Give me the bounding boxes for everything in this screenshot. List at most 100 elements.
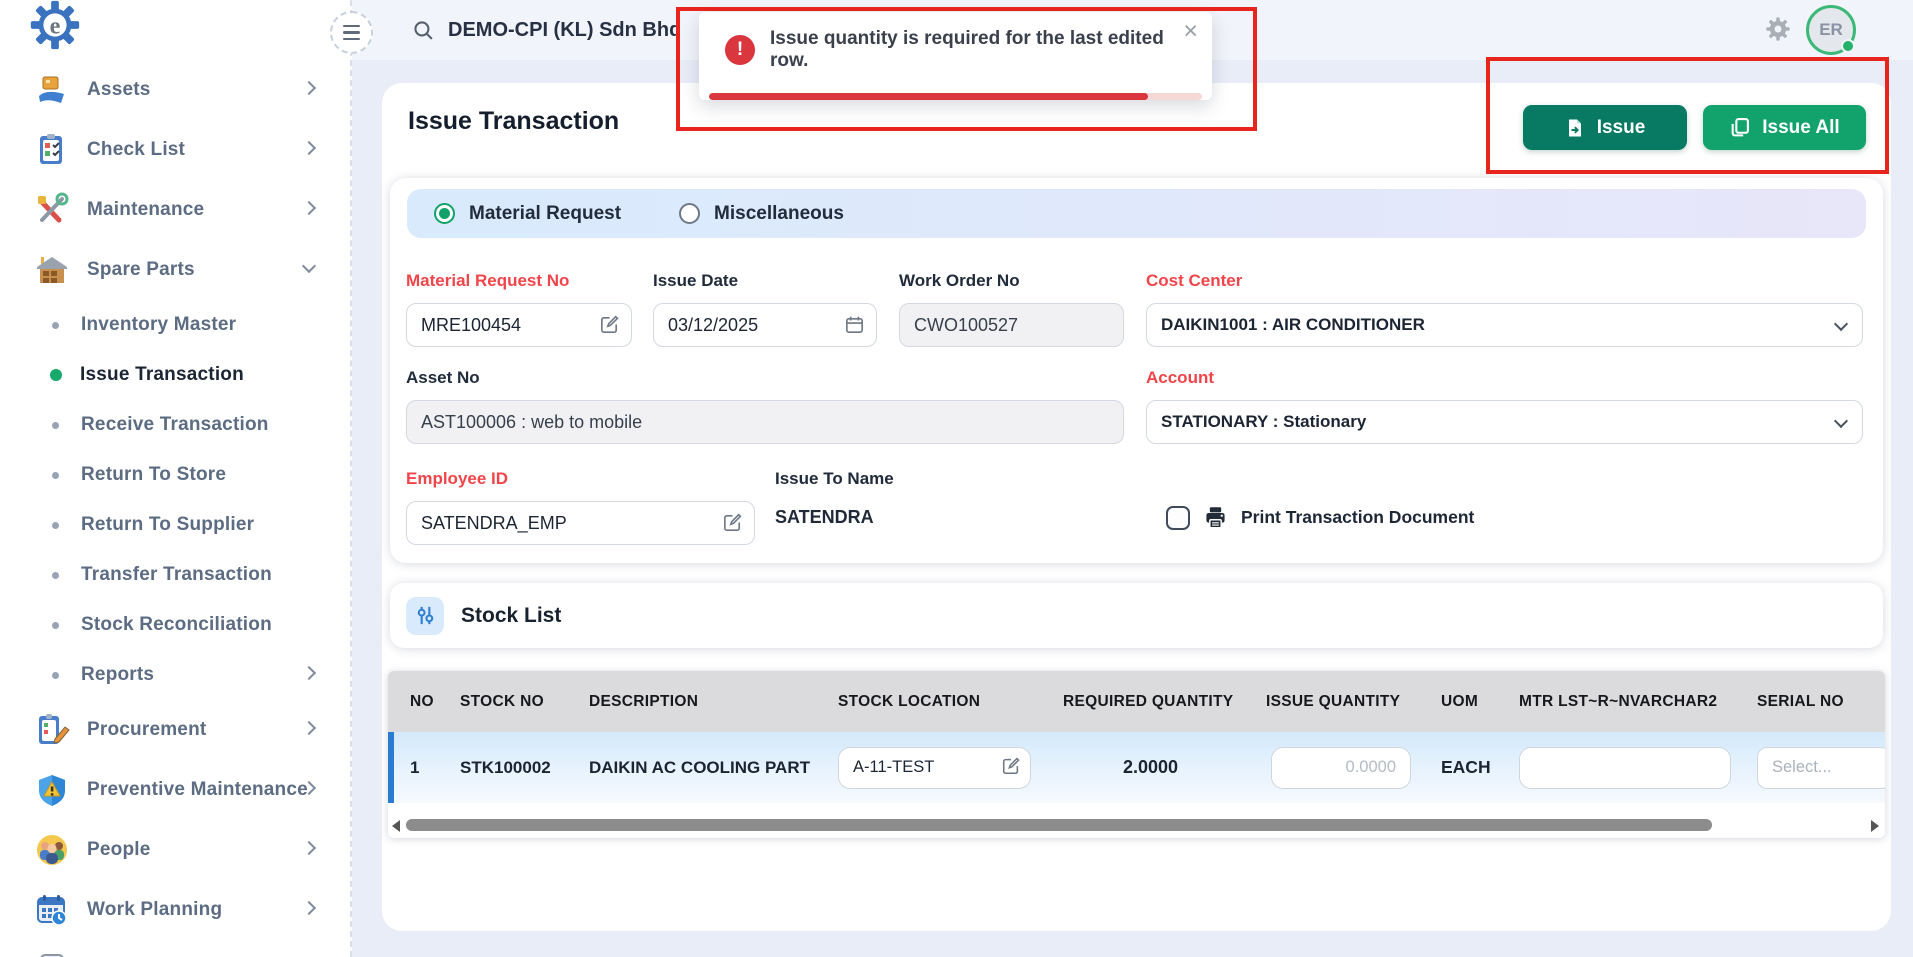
scrollbar-thumb[interactable]: [406, 819, 1712, 831]
bullet-icon: [52, 672, 59, 679]
transaction-form-card: Material Request Miscellaneous Material …: [390, 178, 1883, 563]
gear-e-logo-icon: e: [26, 0, 84, 54]
issue-all-button[interactable]: Issue All: [1703, 105, 1866, 150]
chevron-down-icon: [1834, 414, 1848, 428]
settings-gear-icon[interactable]: [1764, 15, 1792, 48]
sidebar-item-preventive-maintenance[interactable]: Preventive Maintenance: [0, 760, 350, 820]
global-search[interactable]: DEMO-CPI (KL) Sdn Bhd: [412, 0, 681, 60]
sidebar-item-label: Return To Supplier: [81, 514, 254, 536]
printer-icon: [1203, 505, 1228, 530]
bullet-icon: [52, 422, 59, 429]
cost-center-select[interactable]: DAIKIN1001 : AIR CONDITIONER: [1146, 303, 1863, 347]
people-icon: [34, 832, 70, 868]
sidebar-item-return-to-supplier[interactable]: Return To Supplier: [0, 500, 350, 550]
asset-no-input: [406, 400, 1124, 444]
bullet-icon: [52, 322, 59, 329]
stock-table-header: NO STOCK NO DESCRIPTION STOCK LOCATION R…: [388, 671, 1885, 732]
check-list-icon: [34, 132, 70, 168]
preventive-maintenance-icon: [34, 772, 70, 808]
col-required-quantity: REQUIRED QUANTITY: [1063, 671, 1233, 732]
procurement-icon: [34, 712, 70, 748]
sidebar-item-inventory-master[interactable]: Inventory Master: [0, 300, 350, 350]
sidebar-item-stock-reconciliation[interactable]: Stock Reconciliation: [0, 600, 350, 650]
chevron-right-icon: [302, 901, 316, 915]
assets-icon: [34, 72, 70, 108]
work-planning-icon: [34, 892, 70, 928]
sidebar-item-receive-transaction[interactable]: Receive Transaction: [0, 400, 350, 450]
user-avatar[interactable]: ER: [1806, 5, 1856, 55]
bullet-icon: [52, 522, 59, 529]
issue-transaction-panel: Issue Transaction Issue Issue All Materi…: [382, 83, 1891, 931]
active-bullet-icon: [50, 369, 62, 381]
search-icon: [412, 19, 435, 42]
radio-miscellaneous[interactable]: Miscellaneous: [679, 203, 844, 225]
sidebar-toggle-button[interactable]: [330, 11, 373, 54]
toast-progress-track: [709, 93, 1202, 100]
edit-pencil-icon[interactable]: [599, 314, 620, 340]
sidebar-item-people[interactable]: People: [0, 820, 350, 880]
chevron-right-icon: [302, 721, 316, 735]
stock-table: NO STOCK NO DESCRIPTION STOCK LOCATION R…: [388, 671, 1885, 838]
col-stock-location: STOCK LOCATION: [838, 671, 980, 732]
cost-center-label: Cost Center: [1146, 271, 1863, 291]
toast-close-icon[interactable]: ×: [1183, 16, 1198, 46]
issue-date-label: Issue Date: [653, 271, 877, 291]
chevron-down-icon: [302, 259, 316, 273]
issue-to-name-label: Issue To Name: [775, 469, 894, 489]
calendar-icon[interactable]: [844, 314, 865, 340]
account-select[interactable]: STATIONARY : Stationary: [1146, 400, 1863, 444]
page-title: Issue Transaction: [408, 107, 619, 136]
cell-stock-no: STK100002: [460, 732, 551, 803]
sidebar-item-spare-parts[interactable]: Spare Parts: [0, 240, 350, 300]
app-logo[interactable]: e: [26, 0, 84, 59]
avatar-initials: ER: [1819, 20, 1843, 40]
chevron-right-icon: [302, 201, 316, 215]
scroll-left-arrow[interactable]: [392, 820, 400, 832]
partial-icon: [34, 952, 70, 957]
sidebar-item-assets[interactable]: Assets: [0, 60, 350, 120]
scroll-right-arrow[interactable]: [1871, 820, 1879, 832]
radio-selected-icon: [434, 203, 455, 224]
mtr-lst-input[interactable]: [1519, 747, 1731, 789]
cell-uom: EACH: [1441, 732, 1491, 803]
sidebar-item-procurement[interactable]: Procurement: [0, 700, 350, 760]
asset-no-label: Asset No: [406, 368, 1124, 388]
sidebar-item-label: Work Planning: [87, 899, 222, 921]
sidebar-item-label: Issue Transaction: [80, 364, 244, 386]
print-checkbox[interactable]: [1166, 506, 1190, 530]
radio-material-request[interactable]: Material Request: [434, 203, 621, 225]
issue-button[interactable]: Issue: [1523, 105, 1687, 150]
issue-to-name-value: SATENDRA: [775, 507, 894, 528]
print-transaction-row: Print Transaction Document: [1166, 505, 1474, 530]
account-label: Account: [1146, 368, 1863, 388]
sidebar-item-label: Reports: [81, 664, 154, 686]
print-transaction-label: Print Transaction Document: [1241, 507, 1474, 528]
sidebar-item-check-list[interactable]: Check List: [0, 120, 350, 180]
edit-pencil-icon[interactable]: [1001, 756, 1021, 781]
sidebar-item-issue-transaction[interactable]: Issue Transaction: [0, 350, 350, 400]
sidebar-item-label: Return To Store: [81, 464, 226, 486]
sidebar-item-return-to-store[interactable]: Return To Store: [0, 450, 350, 500]
sidebar-item-label: Check List: [87, 139, 185, 161]
chevron-right-icon: [302, 81, 316, 95]
chevron-right-icon: [302, 841, 316, 855]
horizontal-scrollbar[interactable]: [388, 818, 1885, 832]
sidebar-item-maintenance[interactable]: Maintenance: [0, 180, 350, 240]
svg-text:e: e: [50, 13, 61, 40]
bullet-icon: [52, 622, 59, 629]
serial-no-select[interactable]: [1757, 747, 1885, 789]
sidebar: e Assets: [0, 0, 352, 957]
employee-id-input[interactable]: [406, 501, 755, 545]
issue-doc-icon: [1565, 118, 1585, 138]
sidebar-item-reports[interactable]: Reports: [0, 650, 350, 700]
cell-description: DAIKIN AC COOLING PART: [589, 732, 810, 803]
sidebar-item-label: Stock Reconciliation: [81, 614, 272, 636]
col-issue-quantity: ISSUE QUANTITY: [1266, 671, 1400, 732]
sidebar-item-transfer-transaction[interactable]: Transfer Transaction: [0, 550, 350, 600]
bullet-icon: [52, 572, 59, 579]
issue-quantity-input[interactable]: [1271, 747, 1411, 789]
edit-pencil-icon[interactable]: [722, 512, 743, 538]
chevron-right-icon: [302, 141, 316, 155]
sidebar-item-label: Transfer Transaction: [81, 564, 272, 586]
sidebar-item-work-planning[interactable]: Work Planning: [0, 880, 350, 940]
